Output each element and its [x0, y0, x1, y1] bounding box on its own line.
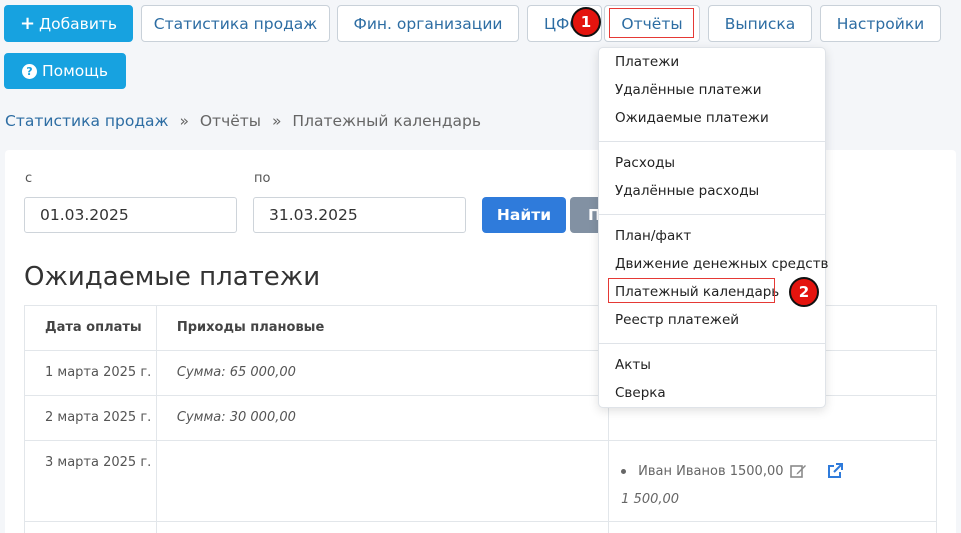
cell-income: Сумма: 65 000,00	[155, 350, 610, 396]
breadcrumb-current: Платежный календарь	[292, 112, 482, 130]
edit-icon[interactable]	[789, 463, 807, 479]
question-icon: ?	[21, 63, 37, 79]
menu-item-expected-payments[interactable]: Ожидаемые платежи	[615, 110, 769, 126]
cell-date: 2 марта 2025 г.	[24, 395, 157, 441]
breadcrumb-separator: »	[179, 112, 189, 130]
menu-item-deleted-expenses[interactable]: Удалённые расходы	[615, 183, 759, 199]
step-marker-1: 1	[571, 7, 601, 37]
external-link-icon[interactable]	[827, 463, 843, 479]
menu-item-reconciliation[interactable]: Сверка	[615, 385, 666, 401]
date-to-input[interactable]: 31.03.2025	[253, 197, 466, 233]
table-row	[24, 521, 937, 533]
statement-button[interactable]: Выписка	[708, 5, 812, 42]
cell-payments: Иван Иванов 1500,00 1 500,00	[608, 440, 937, 522]
menu-item-expenses[interactable]: Расходы	[615, 155, 675, 171]
payment-sum: 1 500,00	[621, 492, 680, 507]
cell-income: Сумма: 30 000,00	[155, 395, 610, 441]
menu-item-deleted-payments[interactable]: Удалённые платежи	[615, 82, 762, 98]
step-marker-2: 2	[789, 277, 819, 307]
cell-date: 3 марта 2025 г.	[24, 440, 157, 522]
bullet-icon	[621, 468, 627, 474]
payment-item-text: Иван Иванов 1500,00	[638, 463, 784, 479]
menu-divider	[599, 343, 825, 344]
sales-stats-button[interactable]: Статистика продаж	[141, 5, 330, 42]
reports-dropdown-menu: Платежи Удалённые платежи Ожидаемые плат…	[598, 47, 829, 408]
breadcrumb-sales-stats[interactable]: Статистика продаж	[5, 112, 169, 130]
menu-item-payments[interactable]: Платежи	[615, 54, 679, 70]
date-from-input[interactable]: 01.03.2025	[24, 197, 237, 233]
cell-income	[155, 440, 610, 522]
menu-item-payment-register[interactable]: Реестр платежей	[615, 312, 739, 328]
column-header-income: Приходы плановые	[155, 305, 610, 351]
menu-item-acts[interactable]: Акты	[615, 357, 651, 373]
breadcrumb-separator: »	[272, 112, 282, 130]
add-button[interactable]: + Добавить	[4, 5, 133, 42]
menu-item-plan-fact[interactable]: План/факт	[615, 228, 691, 244]
to-label: по	[254, 171, 271, 186]
reports-highlight	[609, 8, 694, 38]
breadcrumb-reports: Отчёты	[199, 112, 262, 130]
find-button[interactable]: Найти	[482, 197, 566, 233]
settings-button[interactable]: Настройки	[820, 5, 941, 42]
from-label: с	[25, 171, 33, 186]
table-row: 3 марта 2025 г. Иван Иванов 1500,00 1 50…	[24, 440, 937, 522]
fin-orgs-button[interactable]: Фин. организации	[337, 5, 519, 42]
help-button[interactable]: ? Помощь	[4, 53, 126, 89]
page-title: Ожидаемые платежи	[24, 262, 321, 292]
column-header-date: Дата оплаты	[24, 305, 157, 351]
menu-divider	[599, 214, 825, 215]
cell-date: 1 марта 2025 г.	[24, 350, 157, 396]
breadcrumb: Статистика продаж » Отчёты » Платежный к…	[5, 112, 481, 130]
payment-calendar-highlight	[608, 278, 775, 303]
plus-icon: +	[19, 13, 36, 34]
menu-item-cash-flow[interactable]: Движение денежных средств	[615, 256, 829, 272]
menu-divider	[599, 141, 825, 142]
payment-list-item: Иван Иванов 1500,00	[621, 463, 936, 479]
